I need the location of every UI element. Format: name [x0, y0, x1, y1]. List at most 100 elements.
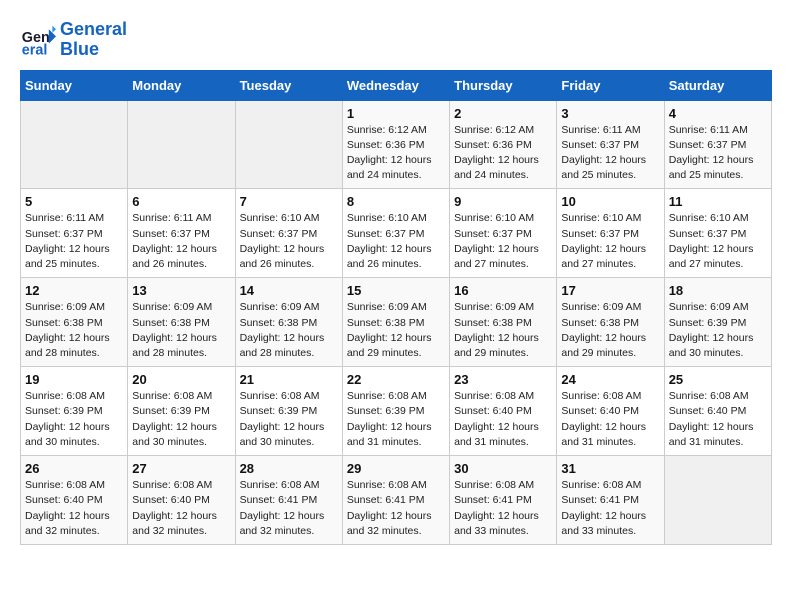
svg-text:eral: eral [22, 42, 48, 58]
day-info: Sunrise: 6:08 AM Sunset: 6:41 PM Dayligh… [347, 478, 445, 539]
day-info: Sunrise: 6:08 AM Sunset: 6:39 PM Dayligh… [25, 389, 123, 450]
day-header-friday: Friday [557, 70, 664, 100]
calendar-cell: 13 Sunrise: 6:09 AM Sunset: 6:38 PM Dayli… [128, 278, 235, 367]
day-info: Sunrise: 6:11 AM Sunset: 6:37 PM Dayligh… [132, 211, 230, 272]
calendar-cell: 8 Sunrise: 6:10 AM Sunset: 6:37 PM Daylig… [342, 189, 449, 278]
day-header-saturday: Saturday [664, 70, 771, 100]
day-info: Sunrise: 6:10 AM Sunset: 6:37 PM Dayligh… [561, 211, 659, 272]
calendar-cell: 3Sunrise: 6:11 AM Sunset: 6:37 PM Daylig… [557, 100, 664, 189]
day-number: 21 [240, 372, 338, 387]
calendar-cell [21, 100, 128, 189]
day-number: 19 [25, 372, 123, 387]
day-number: 12 [25, 283, 123, 298]
day-info: Sunrise: 6:11 AM Sunset: 6:37 PM Dayligh… [561, 123, 659, 184]
logo-text: General Blue [60, 20, 127, 60]
calendar-cell [664, 456, 771, 545]
calendar-cell: 19 Sunrise: 6:08 AM Sunset: 6:39 PM Dayli… [21, 367, 128, 456]
calendar-cell: 18 Sunrise: 6:09 AM Sunset: 6:39 PM Dayli… [664, 278, 771, 367]
day-number: 13 [132, 283, 230, 298]
page-header: Gen eral General Blue [20, 20, 772, 60]
calendar-cell: 25Sunrise: 6:08 AM Sunset: 6:40 PM Dayli… [664, 367, 771, 456]
calendar-cell: 16 Sunrise: 6:09 AM Sunset: 6:38 PM Dayli… [450, 278, 557, 367]
calendar-cell: 31 Sunrise: 6:08 AM Sunset: 6:41 PM Dayli… [557, 456, 664, 545]
day-number: 4 [669, 106, 767, 121]
day-info: Sunrise: 6:10 AM Sunset: 6:37 PM Dayligh… [669, 211, 767, 272]
calendar-cell: 21 Sunrise: 6:08 AM Sunset: 6:39 PM Dayli… [235, 367, 342, 456]
calendar-cell: 12 Sunrise: 6:09 AM Sunset: 6:38 PM Dayli… [21, 278, 128, 367]
day-number: 7 [240, 194, 338, 209]
calendar-cell: 20 Sunrise: 6:08 AM Sunset: 6:39 PM Dayli… [128, 367, 235, 456]
calendar-cell: 4 Sunrise: 6:11 AM Sunset: 6:37 PM Daylig… [664, 100, 771, 189]
day-number: 8 [347, 194, 445, 209]
day-number: 15 [347, 283, 445, 298]
calendar-table: SundayMondayTuesdayWednesdayThursdayFrid… [20, 70, 772, 545]
day-header-sunday: Sunday [21, 70, 128, 100]
week-row-3: 12 Sunrise: 6:09 AM Sunset: 6:38 PM Dayli… [21, 278, 772, 367]
calendar-cell: 10 Sunrise: 6:10 AM Sunset: 6:37 PM Dayli… [557, 189, 664, 278]
calendar-cell: 2Sunrise: 6:12 AM Sunset: 6:36 PM Daylig… [450, 100, 557, 189]
day-number: 18 [669, 283, 767, 298]
day-info: Sunrise: 6:10 AM Sunset: 6:37 PM Dayligh… [240, 211, 338, 272]
day-info: Sunrise: 6:10 AM Sunset: 6:37 PM Dayligh… [347, 211, 445, 272]
day-info: Sunrise: 6:08 AM Sunset: 6:41 PM Dayligh… [561, 478, 659, 539]
day-number: 11 [669, 194, 767, 209]
calendar-cell [128, 100, 235, 189]
day-number: 22 [347, 372, 445, 387]
calendar-cell: 28 Sunrise: 6:08 AM Sunset: 6:41 PM Dayli… [235, 456, 342, 545]
calendar-cell: 6 Sunrise: 6:11 AM Sunset: 6:37 PM Daylig… [128, 189, 235, 278]
day-info: Sunrise: 6:09 AM Sunset: 6:38 PM Dayligh… [25, 300, 123, 361]
day-info: Sunrise: 6:08 AM Sunset: 6:39 PM Dayligh… [240, 389, 338, 450]
day-info: Sunrise: 6:08 AM Sunset: 6:40 PM Dayligh… [669, 389, 767, 450]
calendar-cell: 30Sunrise: 6:08 AM Sunset: 6:41 PM Dayli… [450, 456, 557, 545]
day-header-wednesday: Wednesday [342, 70, 449, 100]
day-info: Sunrise: 6:08 AM Sunset: 6:40 PM Dayligh… [132, 478, 230, 539]
calendar-cell: 17Sunrise: 6:09 AM Sunset: 6:38 PM Dayli… [557, 278, 664, 367]
day-info: Sunrise: 6:08 AM Sunset: 6:40 PM Dayligh… [561, 389, 659, 450]
day-number: 16 [454, 283, 552, 298]
day-info: Sunrise: 6:09 AM Sunset: 6:38 PM Dayligh… [347, 300, 445, 361]
calendar-cell: 15 Sunrise: 6:09 AM Sunset: 6:38 PM Dayli… [342, 278, 449, 367]
day-info: Sunrise: 6:08 AM Sunset: 6:39 PM Dayligh… [132, 389, 230, 450]
day-info: Sunrise: 6:08 AM Sunset: 6:41 PM Dayligh… [454, 478, 552, 539]
day-number: 20 [132, 372, 230, 387]
day-info: Sunrise: 6:08 AM Sunset: 6:41 PM Dayligh… [240, 478, 338, 539]
day-number: 31 [561, 461, 659, 476]
week-row-4: 19 Sunrise: 6:08 AM Sunset: 6:39 PM Dayli… [21, 367, 772, 456]
day-number: 5 [25, 194, 123, 209]
day-info: Sunrise: 6:12 AM Sunset: 6:36 PM Dayligh… [347, 123, 445, 184]
day-info: Sunrise: 6:08 AM Sunset: 6:40 PM Dayligh… [25, 478, 123, 539]
day-number: 1 [347, 106, 445, 121]
calendar-cell: 7 Sunrise: 6:10 AM Sunset: 6:37 PM Daylig… [235, 189, 342, 278]
day-info: Sunrise: 6:09 AM Sunset: 6:38 PM Dayligh… [132, 300, 230, 361]
day-info: Sunrise: 6:11 AM Sunset: 6:37 PM Dayligh… [669, 123, 767, 184]
day-number: 27 [132, 461, 230, 476]
day-number: 24 [561, 372, 659, 387]
day-number: 26 [25, 461, 123, 476]
calendar-cell: 14Sunrise: 6:09 AM Sunset: 6:38 PM Dayli… [235, 278, 342, 367]
day-number: 28 [240, 461, 338, 476]
calendar-cell: 22 Sunrise: 6:08 AM Sunset: 6:39 PM Dayli… [342, 367, 449, 456]
day-info: Sunrise: 6:08 AM Sunset: 6:39 PM Dayligh… [347, 389, 445, 450]
week-row-5: 26 Sunrise: 6:08 AM Sunset: 6:40 PM Dayli… [21, 456, 772, 545]
week-row-1: 1 Sunrise: 6:12 AM Sunset: 6:36 PM Daylig… [21, 100, 772, 189]
week-row-2: 5 Sunrise: 6:11 AM Sunset: 6:37 PM Daylig… [21, 189, 772, 278]
calendar-cell: 27 Sunrise: 6:08 AM Sunset: 6:40 PM Dayli… [128, 456, 235, 545]
day-info: Sunrise: 6:09 AM Sunset: 6:38 PM Dayligh… [240, 300, 338, 361]
calendar-cell: 23 Sunrise: 6:08 AM Sunset: 6:40 PM Dayli… [450, 367, 557, 456]
logo-icon: Gen eral [20, 22, 56, 58]
day-info: Sunrise: 6:11 AM Sunset: 6:37 PM Dayligh… [25, 211, 123, 272]
calendar-header-row: SundayMondayTuesdayWednesdayThursdayFrid… [21, 70, 772, 100]
day-number: 29 [347, 461, 445, 476]
day-info: Sunrise: 6:09 AM Sunset: 6:39 PM Dayligh… [669, 300, 767, 361]
day-info: Sunrise: 6:08 AM Sunset: 6:40 PM Dayligh… [454, 389, 552, 450]
day-number: 2 [454, 106, 552, 121]
day-number: 6 [132, 194, 230, 209]
day-header-tuesday: Tuesday [235, 70, 342, 100]
day-number: 10 [561, 194, 659, 209]
calendar-cell: 11 Sunrise: 6:10 AM Sunset: 6:37 PM Dayli… [664, 189, 771, 278]
calendar-cell: 24 Sunrise: 6:08 AM Sunset: 6:40 PM Dayli… [557, 367, 664, 456]
day-number: 23 [454, 372, 552, 387]
day-info: Sunrise: 6:09 AM Sunset: 6:38 PM Dayligh… [561, 300, 659, 361]
logo: Gen eral General Blue [20, 20, 127, 60]
day-info: Sunrise: 6:09 AM Sunset: 6:38 PM Dayligh… [454, 300, 552, 361]
